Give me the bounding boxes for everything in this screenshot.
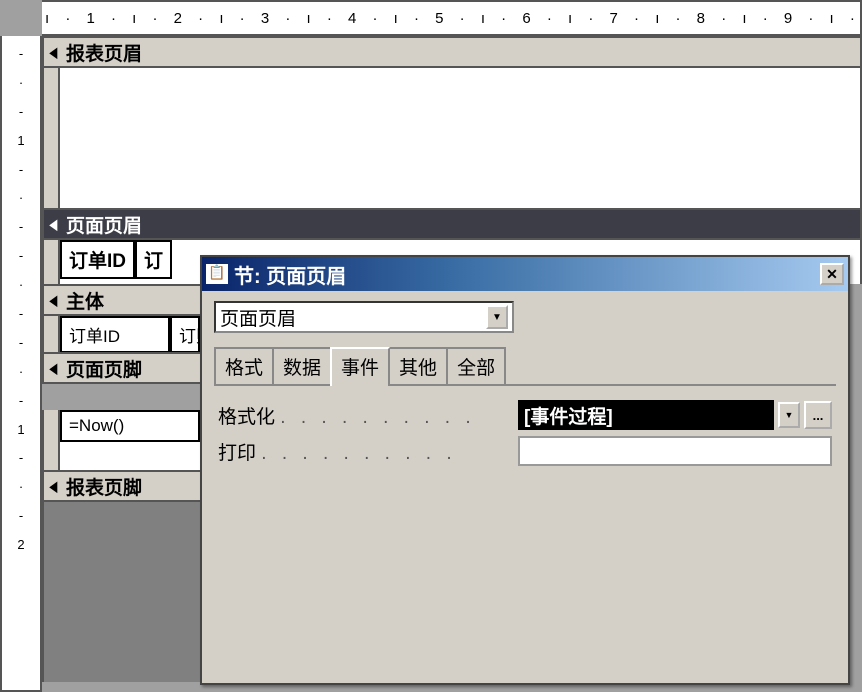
tab-event[interactable]: 事件 xyxy=(330,347,390,386)
prop-value-on-format[interactable]: [事件过程] xyxy=(518,400,774,430)
properties-dialog: 节: 页面页眉 ✕ 页面页眉 ▼ 格式 数据 事件 其他 全部 格式化 . . … xyxy=(200,255,850,685)
section-label: 页面页脚 xyxy=(66,355,142,382)
design-gray-area xyxy=(42,502,202,682)
tab-format[interactable]: 格式 xyxy=(214,347,274,384)
ruler-marks: ı · 1 · ı · 2 · ı · 3 · ı · 4 · ı · 5 · … xyxy=(45,10,862,27)
horizontal-ruler: ı · 1 · ı · 2 · ı · 3 · ı · 4 · ı · 5 · … xyxy=(42,0,862,36)
close-icon: ✕ xyxy=(826,266,838,283)
section-bar-page-header[interactable]: 页面页眉 xyxy=(42,208,862,240)
prop-dots: . . . . . . . . . . xyxy=(280,407,475,428)
section-bar-report-footer[interactable]: 报表页脚 xyxy=(42,470,202,502)
section-label: 报表页眉 xyxy=(66,39,142,66)
tab-other[interactable]: 其他 xyxy=(388,347,448,384)
combo-value: 页面页眉 xyxy=(220,304,296,331)
label-order-id[interactable]: 订单ID xyxy=(60,240,135,279)
section-bar-detail[interactable]: 主体 xyxy=(42,284,202,316)
dialog-titlebar[interactable]: 节: 页面页眉 ✕ xyxy=(202,257,848,291)
object-selector-combo[interactable]: 页面页眉 ▼ xyxy=(214,301,514,333)
section-body-page-footer[interactable]: =Now() xyxy=(42,410,202,470)
property-grid: 格式化 . . . . . . . . . . [事件过程] ▼ ... 打印 … xyxy=(214,386,836,480)
section-label: 页面页眉 xyxy=(66,211,142,238)
section-body-report-header[interactable] xyxy=(42,68,862,208)
textbox-order-id[interactable]: 订单ID xyxy=(60,316,170,353)
section-label: 主体 xyxy=(66,287,104,314)
prop-value-on-print[interactable] xyxy=(518,436,832,466)
dialog-title: 节: 页面页眉 xyxy=(234,260,346,289)
section-bar-report-header[interactable]: 报表页眉 xyxy=(42,36,862,68)
property-row-on-format: 格式化 . . . . . . . . . . [事件过程] ▼ ... xyxy=(218,400,832,430)
section-selector[interactable] xyxy=(44,316,60,352)
section-body-detail[interactable]: 订单ID 订则 xyxy=(42,316,202,352)
prop-label-text: 格式化 xyxy=(218,407,275,428)
tab-all[interactable]: 全部 xyxy=(446,347,506,384)
property-row-on-print: 打印 . . . . . . . . . . xyxy=(218,436,832,466)
section-label: 报表页脚 xyxy=(66,473,142,500)
label-partial[interactable]: 订 xyxy=(135,240,172,279)
textbox-partial[interactable]: 订则 xyxy=(170,316,200,353)
property-tabs: 格式 数据 事件 其他 全部 xyxy=(214,347,836,386)
chevron-down-icon[interactable]: ▼ xyxy=(486,305,508,329)
section-selector[interactable] xyxy=(44,240,60,284)
close-button[interactable]: ✕ xyxy=(820,263,844,285)
section-selector[interactable] xyxy=(44,68,60,208)
chevron-down-icon[interactable]: ▼ xyxy=(778,402,800,428)
build-button[interactable]: ... xyxy=(804,401,832,429)
prop-label-text: 打印 xyxy=(218,443,256,464)
tab-data[interactable]: 数据 xyxy=(272,347,332,384)
textbox-now[interactable]: =Now() xyxy=(60,410,200,442)
dialog-icon xyxy=(206,264,228,284)
vertical-ruler: -·- 1 -·--·--·- 1 -·- 2 xyxy=(0,36,42,692)
section-bar-page-footer[interactable]: 页面页脚 xyxy=(42,352,202,384)
section-selector[interactable] xyxy=(44,410,60,470)
prop-dots: . . . . . . . . . . xyxy=(261,443,456,464)
ellipsis-icon: ... xyxy=(813,408,824,423)
